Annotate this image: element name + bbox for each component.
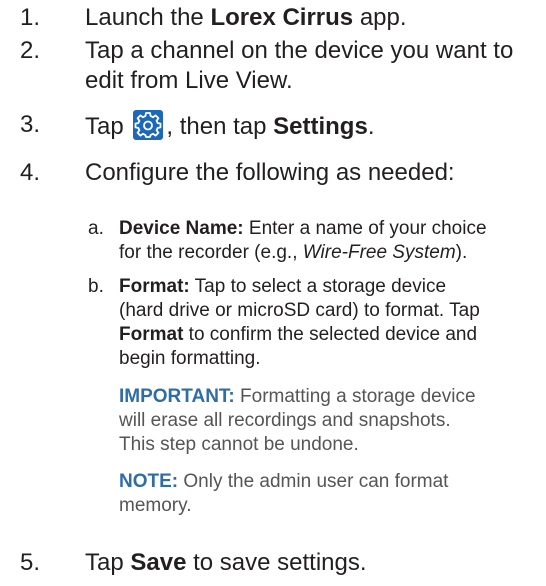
format-label: Format [119,324,184,345]
field-name: Format: [119,276,190,297]
callout-line: IMPORTANT: Formatting a storage device [119,385,528,409]
callout-text-part: Only the admin user can format [178,471,449,492]
callout-line: memory. [119,495,192,516]
substep-line: Device Name: Enter a name of your choice [119,217,536,241]
substep-line: Format to confirm the selected device an… [119,323,536,347]
step-number: 2. [20,37,41,64]
step-text: Configure the following as needed: [85,159,455,186]
callout-line: will erase all recordings and snapshots. [119,410,451,431]
callout-line: NOTE: Only the admin user can format [119,470,528,494]
substep-text: Format: Tap to select a storage device (… [119,275,536,371]
step-number: 1. [20,4,41,31]
field-name: Device Name: [119,218,244,239]
step-text: Tap , then tap Settings. [85,110,540,142]
save-label: Save [130,549,187,576]
settings-gear-icon [133,110,164,140]
step-text: Tap Save to save settings. [85,548,540,578]
step-text: Tap a channel on the device you want to … [85,36,540,96]
substep-line: for the recorder (e.g., Wire-Free System… [119,241,536,265]
step-text-part: Tap [85,549,131,576]
important-heading: IMPORTANT: [119,386,235,407]
substep-text-part: Enter a name of your choice [243,218,487,239]
step-text-line: edit from Live View. [85,67,293,94]
substep-text: Device Name: Enter a name of your choice… [119,217,536,265]
substep-text-part: to confirm the selected device and [183,324,478,345]
step-number: 5. [20,549,41,576]
substep-text-part: Tap to select a storage device [189,276,447,297]
example-name: Wire-Free System [302,242,456,263]
step-text-part: Launch the [85,4,211,31]
step-text-part: . [367,113,375,140]
app-name: Lorex Cirrus [210,4,354,31]
step-text-part: to save settings. [186,549,367,576]
substep-letter: a. [88,218,104,239]
note-callout: NOTE: Only the admin user can format mem… [119,470,528,518]
substep-line: begin formatting. [119,348,261,369]
step-number: 3. [20,111,41,138]
step-text-part: app. [353,4,407,31]
step-text: Launch the Lorex Cirrus app. [85,3,540,33]
substep-line: Format: Tap to select a storage device [119,275,536,299]
settings-label: Settings [273,113,368,140]
substep-line: (hard drive or microSD card) to format. … [119,300,480,321]
step-number: 4. [20,159,41,186]
substep-letter: b. [88,276,104,297]
callout-line: This step cannot be undone. [119,434,359,455]
substep-text-part: for the recorder (e.g., [119,242,303,263]
step-text-part: Tap [85,113,131,140]
substep-text-part: ). [455,242,468,263]
instruction-document: 1. Launch the Lorex Cirrus app. 2. Tap a… [0,0,546,586]
note-heading: NOTE: [119,471,179,492]
step-text-part: , then tap [166,113,274,140]
step-text-line: Tap a channel on the device you want to [85,37,514,64]
callout-text-part: Formatting a storage device [234,386,476,407]
important-callout: IMPORTANT: Formatting a storage device w… [119,385,528,457]
